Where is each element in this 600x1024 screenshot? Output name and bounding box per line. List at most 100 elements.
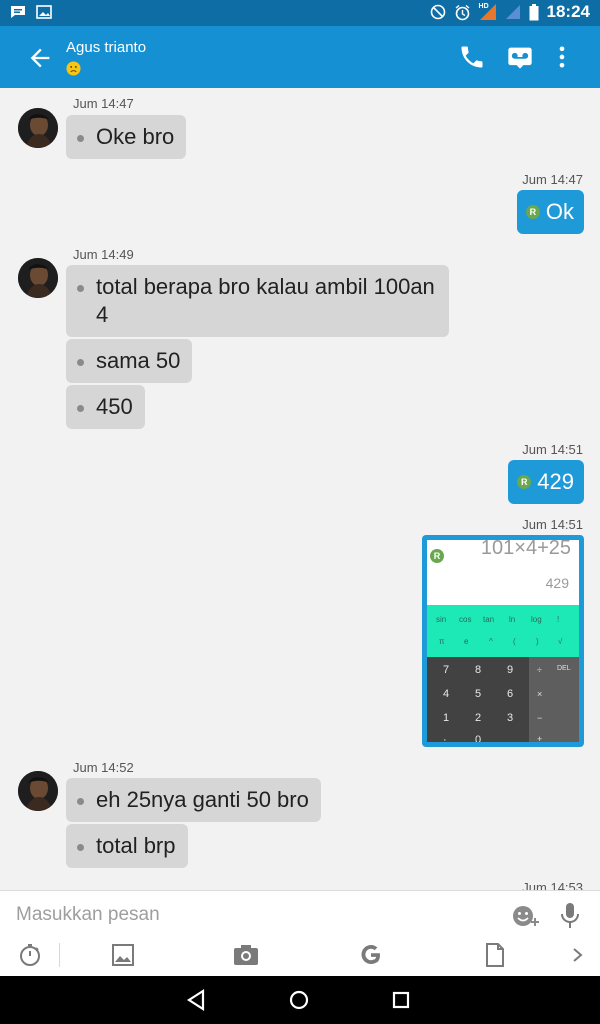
bullet-icon xyxy=(77,405,84,412)
message-timestamp: Jum 14:51 xyxy=(522,517,583,532)
calc-key: 1 xyxy=(443,712,450,724)
app-bar: Agus trianto xyxy=(0,26,600,88)
calc-key: · xyxy=(443,734,447,742)
message-timestamp: Jum 14:52 xyxy=(73,760,134,775)
calculator-operator-column: ÷ DEL × − + xyxy=(529,657,579,742)
sender-badge-icon: R xyxy=(430,549,444,563)
calc-key: log xyxy=(531,615,542,624)
calc-key: sin xyxy=(436,615,447,624)
gallery-icon[interactable] xyxy=(112,944,134,966)
message-timestamp: Jum 14:49 xyxy=(73,247,134,262)
bullet-icon xyxy=(77,359,84,366)
message-input[interactable]: Masukkan pesan xyxy=(16,904,160,926)
message-timestamp: Jum 14:53 xyxy=(522,880,583,890)
calc-key: − xyxy=(537,713,543,723)
divider xyxy=(59,943,60,967)
calc-key: 8 xyxy=(475,664,482,676)
microphone-icon[interactable] xyxy=(560,902,580,930)
timer-icon[interactable] xyxy=(18,943,42,967)
incoming-message-bubble[interactable]: Oke bro xyxy=(66,115,187,159)
incoming-message-bubble[interactable]: sama 50 xyxy=(66,339,193,383)
calc-key: ( xyxy=(513,637,516,646)
message-timestamp: Jum 14:47 xyxy=(522,172,583,187)
status-time: 18:24 xyxy=(546,2,590,21)
calc-key: ÷ xyxy=(537,665,542,675)
bullet-icon xyxy=(77,844,84,851)
contact-avatar[interactable] xyxy=(18,258,58,298)
calculator-result: 429 xyxy=(545,575,569,591)
calculator-display: 101×4+25 429 R xyxy=(427,540,579,605)
sender-badge-icon: R xyxy=(525,205,540,219)
message-text: sama 50 xyxy=(96,348,181,373)
calc-key: + xyxy=(537,734,543,742)
incoming-message-bubble[interactable]: eh 25nya ganti 50 bro xyxy=(66,778,321,822)
calc-key: √ xyxy=(558,637,563,646)
calc-key: 7 xyxy=(443,664,450,676)
calculator-screenshot[interactable]: 101×4+25 429 R sin cos tan ln log ! π e … xyxy=(427,540,579,742)
phone-call-icon[interactable] xyxy=(458,43,486,71)
incoming-message-bubble[interactable]: total brp xyxy=(66,824,188,868)
contact-avatar[interactable] xyxy=(18,771,58,811)
message-text: 429 xyxy=(537,469,574,494)
calc-key: 3 xyxy=(507,712,514,724)
outgoing-message-bubble[interactable]: R Ok xyxy=(516,190,584,234)
incoming-message-bubble[interactable]: total berapa bro kalau ambil 100an 4 xyxy=(66,265,449,337)
nav-home-icon[interactable] xyxy=(288,989,310,1011)
calc-key: 9 xyxy=(507,664,514,676)
chat-notification-icon xyxy=(11,6,25,18)
calc-key: 4 xyxy=(443,688,450,700)
calc-key: π xyxy=(439,637,445,646)
camera-icon[interactable] xyxy=(233,944,259,966)
message-text: 450 xyxy=(96,394,133,419)
calc-key: 6 xyxy=(507,688,514,700)
message-text: eh 25nya ganti 50 bro xyxy=(96,787,309,812)
calc-key: 2 xyxy=(475,712,482,724)
image-notification-icon xyxy=(36,5,52,19)
sender-badge-icon: R xyxy=(517,475,532,489)
incoming-message-bubble[interactable]: 450 xyxy=(66,385,145,429)
message-text: Ok xyxy=(545,199,574,224)
outgoing-message-bubble[interactable]: R 429 xyxy=(508,460,584,504)
calc-key: ln xyxy=(509,615,516,624)
document-icon[interactable] xyxy=(486,943,504,967)
message-text: total berapa bro kalau ambil 100an 4 xyxy=(96,274,435,327)
calc-key: 5 xyxy=(475,688,482,700)
bullet-icon xyxy=(77,285,84,292)
signal-icon-2 xyxy=(505,5,520,19)
more-options-icon[interactable] xyxy=(548,43,576,71)
battery-icon xyxy=(529,3,539,20)
do-not-disturb-icon xyxy=(430,4,445,20)
google-icon[interactable] xyxy=(359,943,383,967)
network-type-label: HD xyxy=(478,3,489,10)
sad-face-emoji-icon xyxy=(66,61,81,76)
calculator-expression: 101×4+25 xyxy=(480,540,571,559)
calc-key: × xyxy=(537,689,543,699)
nav-back-icon[interactable] xyxy=(186,989,206,1011)
chevron-right-icon[interactable] xyxy=(572,947,584,963)
alarm-icon xyxy=(455,4,469,20)
message-timestamp: Jum 14:47 xyxy=(73,96,134,111)
calc-key: DEL xyxy=(557,665,571,672)
outgoing-image-message[interactable]: 101×4+25 429 R sin cos tan ln log ! π e … xyxy=(422,535,584,747)
back-arrow-icon[interactable] xyxy=(26,44,54,72)
voicemail-icon[interactable] xyxy=(506,43,534,71)
calc-key: ^ xyxy=(489,637,493,646)
calc-key: 0 xyxy=(475,734,482,742)
calculator-scientific-panel: sin cos tan ln log ! π e ^ ( ) √ xyxy=(427,605,579,657)
contact-avatar[interactable] xyxy=(18,108,58,148)
calc-key: ! xyxy=(557,615,560,624)
calc-key: cos xyxy=(459,615,472,624)
emoji-add-icon[interactable] xyxy=(512,903,540,929)
message-text: Oke bro xyxy=(96,124,175,149)
chat-thread[interactable]: Jum 14:47 Oke bro Jum 14:47 R Ok Jum 14:… xyxy=(0,88,600,890)
calc-key: e xyxy=(464,637,469,646)
calc-key: ) xyxy=(536,637,539,646)
system-nav-bar xyxy=(0,976,600,1024)
nav-recents-icon[interactable] xyxy=(391,989,411,1011)
contact-name[interactable]: Agus trianto xyxy=(66,39,146,56)
bullet-icon xyxy=(77,798,84,805)
message-timestamp: Jum 14:51 xyxy=(522,442,583,457)
status-bar: HD 18:24 xyxy=(0,0,600,26)
message-text: total brp xyxy=(96,833,176,858)
bullet-icon xyxy=(77,135,84,142)
